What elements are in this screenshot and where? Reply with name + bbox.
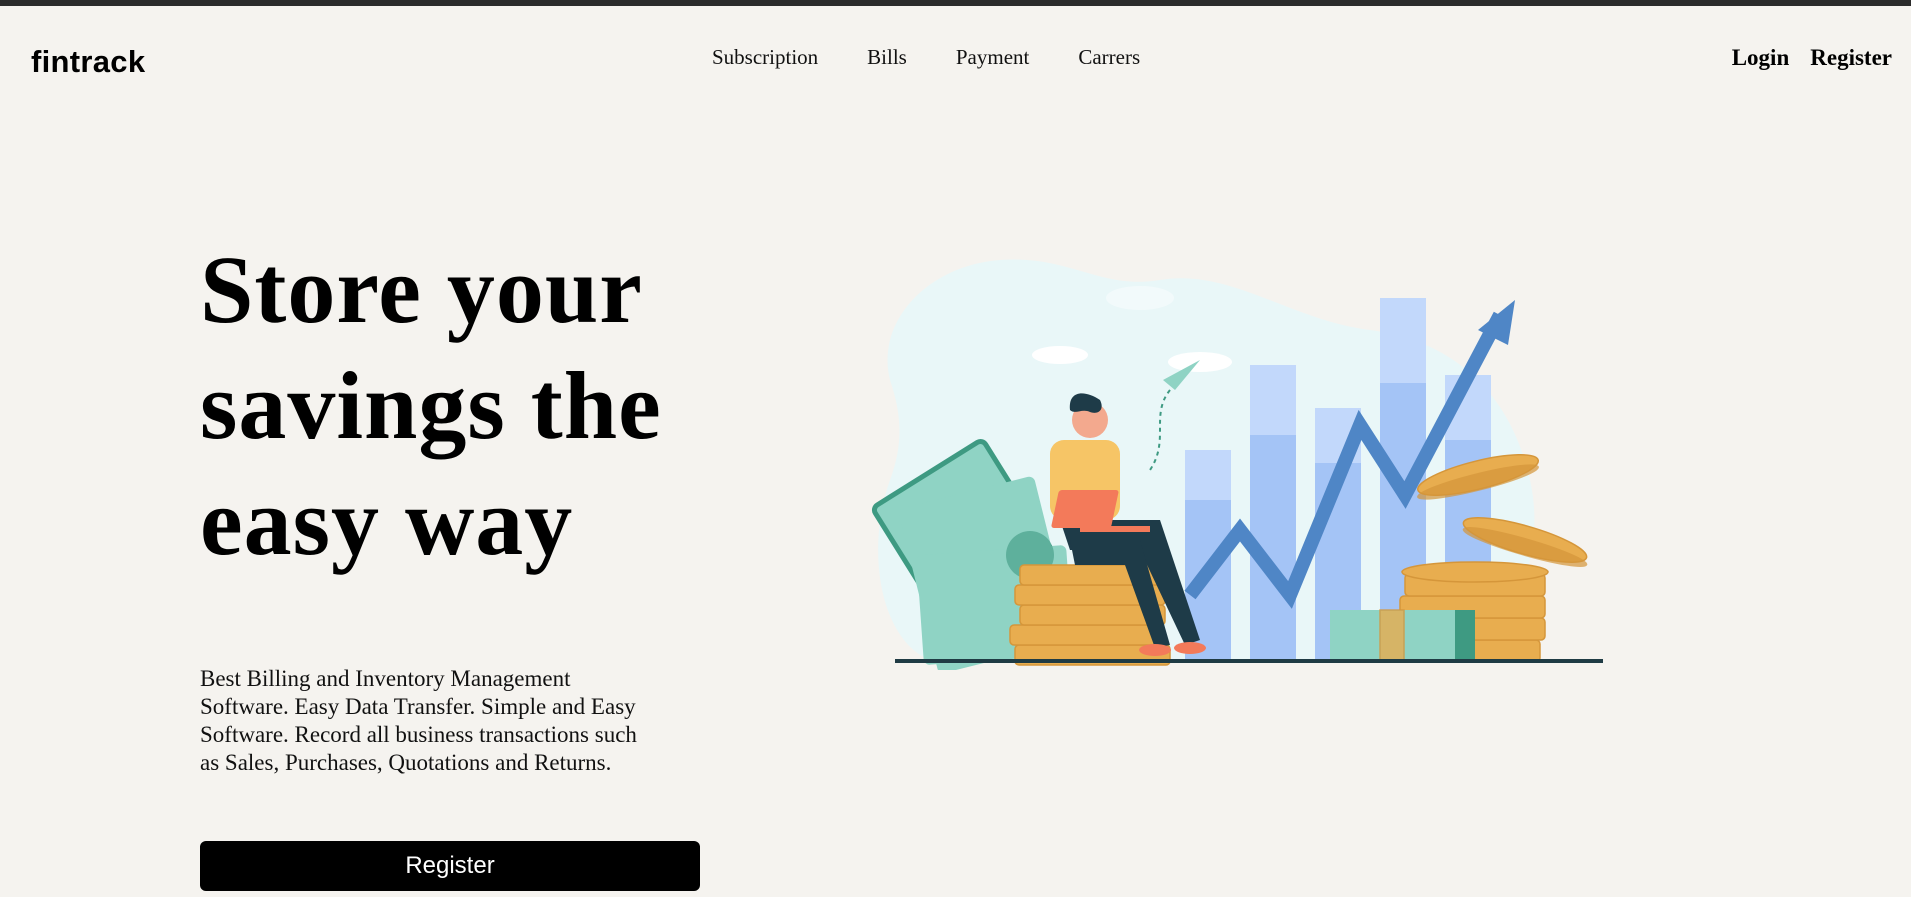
hero-title: Store your savings the easy way	[200, 232, 760, 580]
cloud	[1032, 346, 1088, 364]
cloud	[1168, 352, 1232, 372]
top-border	[0, 0, 1911, 6]
hero-description-line-1: Best Billing and Inventory Management	[200, 666, 571, 691]
hero-register-button[interactable]: Register	[200, 841, 700, 891]
nav-item-payment[interactable]: Payment	[956, 42, 1030, 72]
hero-description: Best Billing and Inventory Management So…	[200, 665, 700, 777]
savings-growth-illustration-icon	[871, 259, 1603, 670]
hero-description-line-3: Software. Record all business transactio…	[200, 722, 637, 747]
hero-description-line-4: as Sales, Purchases, Quotations and Retu…	[200, 750, 612, 775]
nav-item-bills[interactable]: Bills	[867, 42, 907, 72]
hero-title-line-3: easy way	[200, 468, 574, 575]
banknote-pile	[1330, 609, 1475, 663]
nav-item-carrers[interactable]: Carrers	[1078, 42, 1140, 72]
main-nav: Subscription Bills Payment Carrers	[712, 42, 1140, 72]
brand-logo[interactable]: fintrack	[31, 40, 145, 84]
hero-title-line-2: savings the	[200, 352, 662, 459]
hero-title-line-1: Store your	[200, 236, 643, 343]
nav-item-subscription[interactable]: Subscription	[712, 42, 818, 72]
hero-description-line-2: Software. Easy Data Transfer. Simple and…	[200, 694, 636, 719]
auth-links: Login Register	[1732, 43, 1892, 73]
register-link[interactable]: Register	[1810, 43, 1892, 73]
cloud	[1106, 286, 1174, 310]
login-link[interactable]: Login	[1732, 43, 1790, 73]
